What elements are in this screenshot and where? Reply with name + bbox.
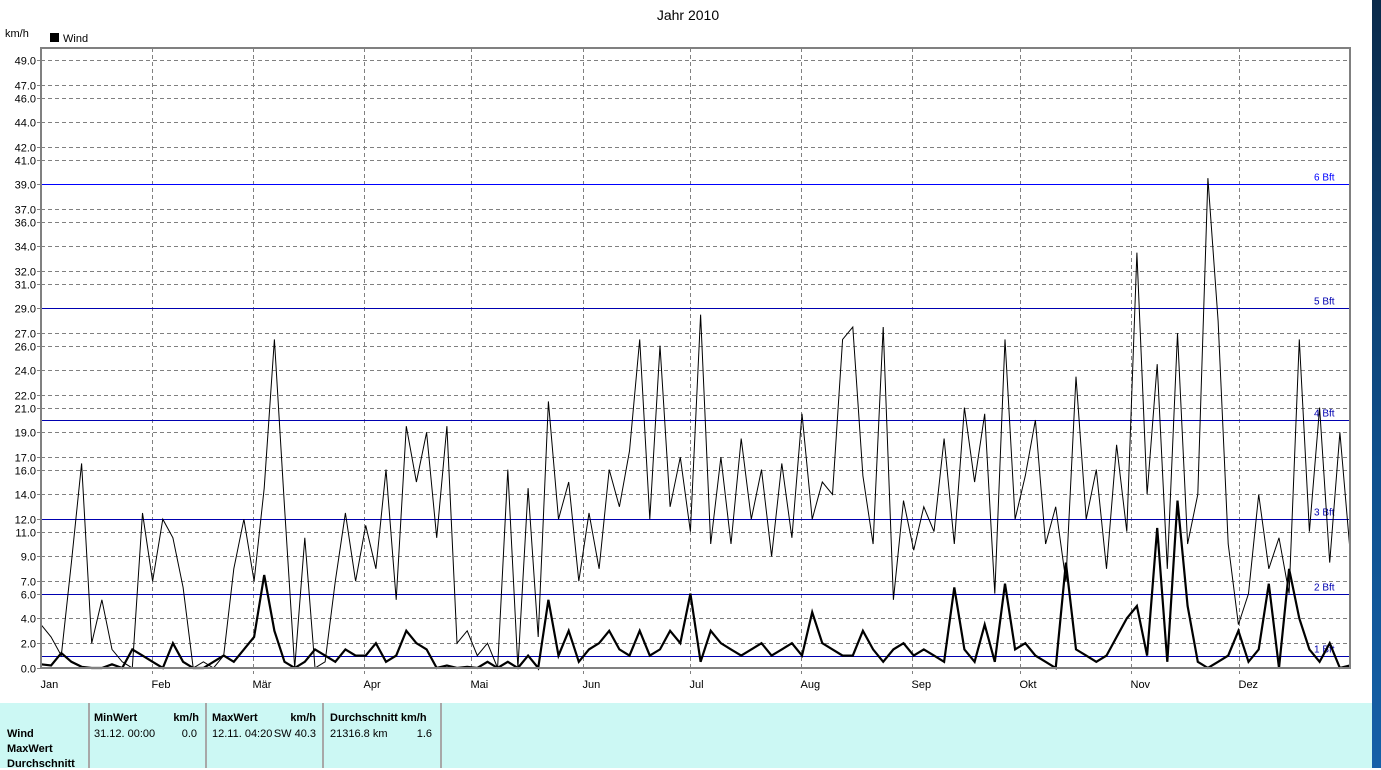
min-value: 0.0 xyxy=(181,728,197,740)
stats-panel: Wind MaxWert Durchschnitt MinWert km/h 3… xyxy=(0,703,1372,770)
beaufort-label: 4 Bft xyxy=(1314,409,1335,420)
y-tick-label: 17.0 xyxy=(15,453,36,465)
row-label-maxwert: MaxWert xyxy=(7,743,53,755)
y-tick-label: 46.0 xyxy=(15,94,36,106)
y-tick-label: 24.0 xyxy=(15,366,36,378)
y-tick-label: 14.0 xyxy=(15,490,36,502)
y-axis-unit: km/h xyxy=(5,28,29,40)
y-tick-label: 47.0 xyxy=(15,81,36,93)
x-tick-label: Jun xyxy=(583,679,601,691)
x-tick-label: Jan xyxy=(41,679,59,691)
max-datetime: 12.11. 04:20 xyxy=(212,728,273,740)
row-label-wind: Wind xyxy=(7,728,34,740)
y-tick-label: 29.0 xyxy=(15,304,36,316)
x-tick-label: Jul xyxy=(690,679,704,691)
avg-distance: 21316.8 km xyxy=(330,728,388,740)
beaufort-label: 6 Bft xyxy=(1314,173,1335,184)
series-avg-line xyxy=(40,500,1351,671)
x-tick-label: Dez xyxy=(1239,679,1259,691)
beaufort-label: 5 Bft xyxy=(1314,297,1335,308)
chart-title: Jahr 2010 xyxy=(657,7,719,23)
y-tick-label: 2.0 xyxy=(21,639,36,651)
y-tick-label: 37.0 xyxy=(15,205,36,217)
y-tick-label: 19.0 xyxy=(15,428,36,440)
x-tick-label: Aug xyxy=(801,679,821,691)
legend-label: Wind xyxy=(63,33,88,45)
row-label-durchschnitt: Durchschnitt xyxy=(7,758,75,770)
max-unit: km/h xyxy=(290,712,316,724)
x-tick-label: Apr xyxy=(364,679,381,691)
y-tick-label: 6.0 xyxy=(21,590,36,602)
y-tick-label: 4.0 xyxy=(21,614,36,626)
max-direction-value: SW 40.3 xyxy=(273,728,316,740)
y-tick-label: 31.0 xyxy=(15,280,36,292)
wind-chart: Jahr 2010 km/h Wind 1 Bft2 Bft3 Bft4 Bft… xyxy=(5,7,1351,691)
max-header: MaxWert xyxy=(212,712,258,724)
y-tick-label: 11.0 xyxy=(15,528,36,540)
y-tick-label: 21.0 xyxy=(15,404,36,416)
y-tick-label: 0.0 xyxy=(21,664,36,676)
x-tick-label: Mär xyxy=(253,679,272,691)
avg-value: 1.6 xyxy=(416,728,432,740)
y-tick-label: 9.0 xyxy=(21,552,36,564)
y-tick-label: 44.0 xyxy=(15,118,36,130)
y-tick-label: 34.0 xyxy=(15,242,36,254)
y-tick-label: 26.0 xyxy=(15,342,36,354)
x-tick-label: Mai xyxy=(471,679,489,691)
y-tick-label: 7.0 xyxy=(21,577,36,589)
x-tick-label: Sep xyxy=(912,679,932,691)
min-unit: km/h xyxy=(173,712,199,724)
min-header: MinWert xyxy=(94,712,138,724)
y-tick-label: 32.0 xyxy=(15,267,36,279)
y-tick-label: 41.0 xyxy=(15,156,36,168)
y-tick-label: 27.0 xyxy=(15,329,36,341)
beaufort-label: 2 Bft xyxy=(1314,583,1335,594)
x-tick-label: Nov xyxy=(1131,679,1151,691)
y-tick-label: 42.0 xyxy=(15,143,36,155)
beaufort-label: 3 Bft xyxy=(1314,508,1335,519)
legend-swatch xyxy=(50,33,59,42)
y-tick-label: 22.0 xyxy=(15,391,36,403)
y-tick-label: 36.0 xyxy=(15,218,36,230)
min-datetime: 31.12. 00:00 xyxy=(94,728,156,740)
x-tick-label: Okt xyxy=(1020,679,1037,691)
y-tick-label: 39.0 xyxy=(15,180,36,192)
y-tick-label: 16.0 xyxy=(15,466,36,478)
avg-header: Durchschnitt km/h xyxy=(330,712,427,724)
x-tick-label: Feb xyxy=(152,679,171,691)
y-tick-label: 49.0 xyxy=(15,56,36,68)
desktop-edge xyxy=(1372,0,1381,768)
y-tick-label: 12.0 xyxy=(15,515,36,527)
